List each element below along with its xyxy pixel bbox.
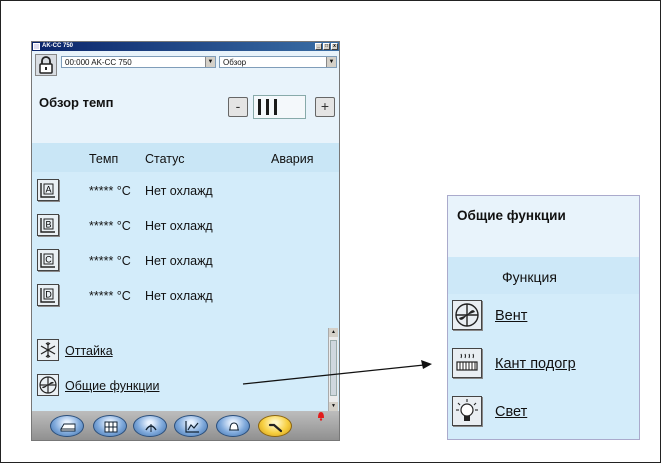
toolbar: 00:000 AK-CC 750 ▼ Обзор ▼ [32, 51, 339, 78]
case-b-icon[interactable]: B [37, 214, 59, 236]
row-temp: ***** °C [89, 219, 131, 233]
panel-column-header: Функция [448, 257, 639, 294]
defrost-link[interactable]: Оттайка [65, 344, 113, 358]
case-row-c[interactable]: C ***** °C Нет охлажд [32, 248, 339, 273]
function-list: Вент Кант подогр Свет [448, 294, 639, 439]
row-temp: ***** °C [89, 254, 131, 268]
device-select[interactable]: 00:000 AK-CC 750 ▼ [61, 56, 216, 68]
scroll-down-button[interactable]: ▼ [329, 402, 338, 411]
alarm-bell-icon [229, 422, 239, 431]
function-row-rail-heat[interactable]: Кант подогр [448, 344, 639, 384]
svg-text:D: D [45, 290, 52, 300]
svg-text:C: C [45, 255, 52, 265]
display-case-icon [60, 423, 76, 432]
case-row-b[interactable]: B ***** °C Нет охлажд [32, 213, 339, 238]
chevron-down-icon: ▼ [205, 57, 215, 67]
general-functions-panel: Общие функции Функция Вент Кант подогр С… [447, 195, 640, 440]
app-icon [33, 43, 40, 50]
function-row-light[interactable]: Свет [448, 392, 639, 432]
function-row-fan[interactable]: Вент [448, 296, 639, 336]
function-rail-heat-link[interactable]: Кант подогр [495, 356, 576, 372]
page-title: Обзор темп [39, 95, 114, 110]
lock-icon [39, 56, 53, 74]
panel-title: Общие функции [457, 208, 566, 223]
zoom-level-bar[interactable] [253, 95, 306, 119]
nav-graph-button[interactable] [174, 415, 208, 437]
defrost-icon [145, 424, 157, 432]
defrost-icon[interactable] [37, 339, 59, 361]
row-temp: ***** °C [89, 184, 131, 198]
row-status: Нет охлажд [145, 219, 213, 233]
case-c-icon[interactable]: C [37, 249, 59, 271]
device-select-value: 00:000 AK-CC 750 [65, 58, 132, 67]
row-temp: ***** °C [89, 289, 131, 303]
nav-grid-button[interactable] [93, 415, 127, 437]
scroll-thumb[interactable] [330, 340, 337, 396]
svg-text:A: A [45, 185, 51, 195]
case-row-a[interactable]: A ***** °C Нет охлажд [32, 178, 339, 203]
zoom-tick [258, 99, 261, 115]
case-a-icon[interactable]: A [37, 179, 59, 201]
zoom-in-button[interactable]: + [315, 97, 335, 117]
case-row-d[interactable]: D ***** °C Нет охлажд [32, 283, 339, 308]
zoom-out-button[interactable]: - [228, 97, 248, 117]
scroll-up-button[interactable]: ▲ [329, 328, 338, 337]
column-header: Темп Статус Авария [32, 143, 339, 172]
function-light-link[interactable]: Свет [495, 404, 527, 420]
case-d-icon[interactable]: D [37, 284, 59, 306]
rail-heat-icon[interactable] [452, 348, 482, 378]
nav-service-button[interactable] [258, 415, 292, 437]
nav-defrost-button[interactable] [133, 415, 167, 437]
vertical-scrollbar[interactable]: ▲ ▼ [328, 328, 338, 411]
view-select[interactable]: Обзор ▼ [219, 56, 337, 68]
fan-icon[interactable] [37, 374, 59, 396]
alarm-indicator-icon [318, 412, 324, 421]
graph-icon [185, 421, 199, 433]
nav-display-case-button[interactable] [50, 415, 84, 437]
lock-button[interactable] [35, 54, 57, 76]
general-functions-link[interactable]: Общие функции [65, 379, 159, 393]
zoom-tick [274, 99, 277, 115]
function-fan-link[interactable]: Вент [495, 308, 527, 324]
svg-text:B: B [45, 220, 51, 230]
bottom-nav-bar [32, 411, 339, 440]
column-temp: Темп [89, 152, 119, 166]
row-status: Нет охлажд [145, 289, 213, 303]
column-alarm: Авария [271, 152, 314, 166]
nav-alarm-button[interactable] [216, 415, 250, 437]
light-bulb-icon[interactable] [452, 396, 482, 426]
overview-header: Обзор темп - + [32, 78, 339, 143]
general-functions-link-row[interactable]: Общие функции [32, 373, 339, 399]
maximize-button[interactable]: □ [323, 43, 330, 50]
column-status: Статус [145, 152, 185, 166]
zoom-tick [266, 99, 269, 115]
window-title: AK-CC 750 [42, 43, 74, 49]
ak-cc-750-window: AK-CC 750 _ □ x 00:000 AK-CC 750 ▼ Обзор… [31, 41, 340, 441]
case-list: A ***** °C Нет охлажд B ***** °C Нет охл… [32, 172, 339, 430]
minimize-button[interactable]: _ [315, 43, 322, 50]
zoom-control: - + [228, 95, 335, 119]
window-titlebar: AK-CC 750 _ □ x [32, 42, 339, 51]
chevron-down-icon: ▼ [326, 57, 336, 67]
service-wrench-icon [268, 423, 283, 433]
row-status: Нет охлажд [145, 254, 213, 268]
close-button[interactable]: x [331, 43, 338, 50]
fan-icon[interactable] [452, 300, 482, 330]
defrost-link-row[interactable]: Оттайка [32, 338, 339, 364]
grid-icon [104, 421, 118, 433]
column-function: Функция [502, 269, 557, 285]
row-status: Нет охлажд [145, 184, 213, 198]
view-select-value: Обзор [223, 58, 247, 67]
